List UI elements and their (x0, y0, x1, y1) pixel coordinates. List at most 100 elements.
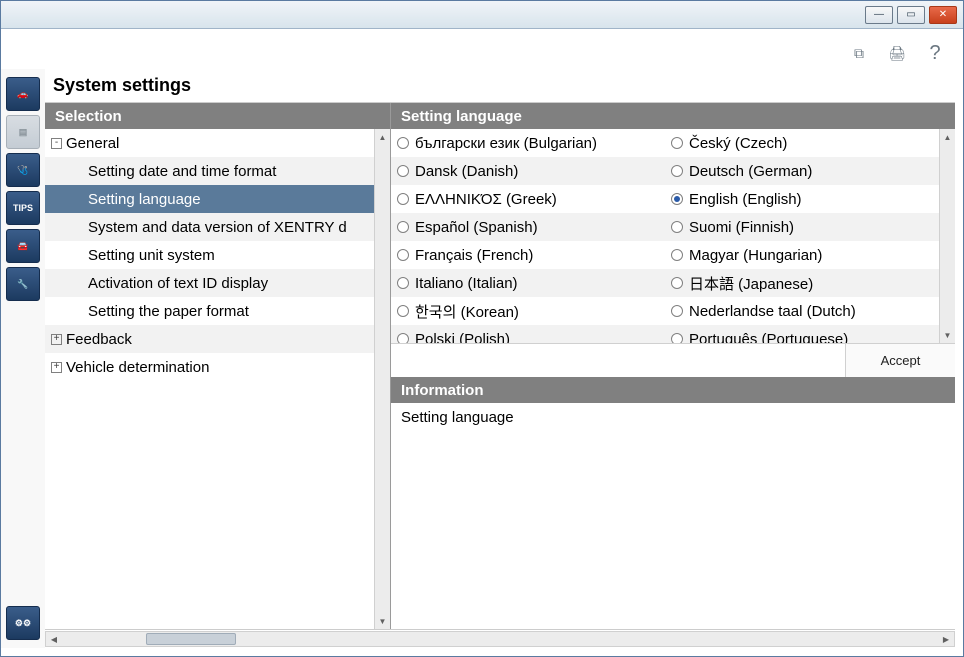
language-option[interactable]: ΕΛΛΗΝΙΚΌΣ (Greek) (391, 185, 665, 213)
accept-button[interactable]: Accept (845, 344, 955, 377)
vehicle-icon[interactable]: 🚗 (6, 77, 40, 111)
language-row: 한국의 (Korean) Nederlandse taal (Dutch) (391, 297, 939, 325)
radio-icon[interactable] (397, 137, 409, 149)
scroll-left-icon[interactable]: ◀ (46, 632, 62, 646)
scroll-up-icon[interactable]: ▲ (376, 130, 390, 144)
language-option[interactable]: Suomi (Finnish) (665, 213, 939, 241)
language-label: Suomi (Finnish) (689, 219, 794, 236)
language-option[interactable]: Polski (Polish) (391, 325, 665, 343)
language-option[interactable]: Français (French) (391, 241, 665, 269)
scroll-down-icon[interactable]: ▼ (941, 328, 955, 342)
language-option[interactable]: Deutsch (German) (665, 157, 939, 185)
collapse-icon[interactable]: - (51, 138, 62, 149)
expand-icon[interactable]: + (51, 334, 62, 345)
radio-icon[interactable] (671, 193, 683, 205)
radio-icon[interactable] (671, 137, 683, 149)
language-label: Français (French) (415, 247, 533, 264)
language-option[interactable]: Español (Spanish) (391, 213, 665, 241)
horizontal-scrollbar[interactable]: ◀ ▶ (45, 631, 955, 647)
radio-icon[interactable] (397, 193, 409, 205)
scroll-right-icon[interactable]: ▶ (938, 632, 954, 646)
language-label: Italiano (Italian) (415, 275, 518, 292)
information-header: Information (391, 377, 955, 403)
language-option[interactable]: 한국의 (Korean) (391, 297, 665, 325)
scroll-down-icon[interactable]: ▼ (376, 614, 390, 628)
radio-icon[interactable] (671, 333, 683, 343)
diagnosis-icon[interactable]: 🩺 (6, 153, 40, 187)
language-scrollbar[interactable]: ▲ ▼ (939, 129, 955, 343)
radio-icon[interactable] (397, 305, 409, 317)
copy-icon[interactable]: ⧉ (849, 43, 869, 63)
radio-icon[interactable] (397, 333, 409, 343)
vehicle-lift-icon[interactable]: 🚘 (6, 229, 40, 263)
language-option[interactable]: Português (Portuguese) (665, 325, 939, 343)
tree-item[interactable]: Activation of text ID display (45, 269, 374, 297)
selection-scrollbar[interactable]: ▲ ▼ (374, 129, 390, 629)
page-title: System settings (45, 69, 955, 103)
radio-icon[interactable] (671, 249, 683, 261)
language-row: български език (Bulgarian) Český (Czech) (391, 129, 939, 157)
language-label: Deutsch (German) (689, 163, 812, 180)
tree-item-label: Setting unit system (88, 247, 215, 264)
language-label: English (English) (689, 191, 802, 208)
scroll-up-icon[interactable]: ▲ (941, 130, 955, 144)
radio-icon[interactable] (397, 277, 409, 289)
tool-icon[interactable]: 🔧 (6, 267, 40, 301)
language-label: Español (Spanish) (415, 219, 538, 236)
radio-icon[interactable] (397, 249, 409, 261)
language-label: 日本語 (Japanese) (689, 273, 813, 294)
language-row: Français (French) Magyar (Hungarian) (391, 241, 939, 269)
language-label: Português (Portuguese) (689, 331, 848, 344)
inner-area: ⧉ 🖨 ? 🚗▤🩺TIPS🚘🔧 ⚙⚙ System settings Selec… (1, 29, 963, 656)
language-label: ΕΛΛΗΝΙΚΌΣ (Greek) (415, 191, 557, 208)
tree-item[interactable]: System and data version of XENTRY d (45, 213, 374, 241)
language-option[interactable]: Český (Czech) (665, 129, 939, 157)
tree-item-label: Feedback (66, 331, 132, 348)
radio-icon[interactable] (671, 305, 683, 317)
language-option[interactable]: Dansk (Danish) (391, 157, 665, 185)
main-wrap: 🚗▤🩺TIPS🚘🔧 ⚙⚙ System settings Selection -… (1, 69, 955, 648)
scroll-thumb[interactable] (146, 633, 236, 645)
language-option[interactable]: Italiano (Italian) (391, 269, 665, 297)
language-option[interactable]: English (English) (665, 185, 939, 213)
tips-icon[interactable]: TIPS (6, 191, 40, 225)
minimize-button[interactable]: — (865, 6, 893, 24)
language-label: Český (Czech) (689, 135, 787, 152)
radio-icon[interactable] (671, 165, 683, 177)
tree-item[interactable]: Setting unit system (45, 241, 374, 269)
language-row: Polski (Polish) Português (Portuguese) (391, 325, 939, 343)
help-icon[interactable]: ? (925, 43, 945, 63)
tree-item[interactable]: -General (45, 129, 374, 157)
tree-item-label: Vehicle determination (66, 359, 209, 376)
maximize-button[interactable]: ▭ (897, 6, 925, 24)
tree-item[interactable]: Setting language (45, 185, 374, 213)
tree-item[interactable]: + Vehicle determination (45, 353, 374, 381)
tree-item[interactable]: Setting the paper format (45, 297, 374, 325)
close-button[interactable]: ✕ (929, 6, 957, 24)
selection-panel: Selection -GeneralSetting date and time … (45, 103, 391, 629)
tree-item-label: Setting language (88, 191, 201, 208)
expand-icon[interactable]: + (51, 362, 62, 373)
language-label: български език (Bulgarian) (415, 135, 597, 152)
radio-icon[interactable] (397, 165, 409, 177)
tree-item-label: General (66, 135, 119, 152)
language-option[interactable]: 日本語 (Japanese) (665, 269, 939, 297)
print-icon[interactable]: 🖨 (887, 43, 907, 63)
language-option[interactable]: български език (Bulgarian) (391, 129, 665, 157)
radio-icon[interactable] (671, 277, 683, 289)
tree-item[interactable]: + Feedback (45, 325, 374, 353)
language-label: Dansk (Danish) (415, 163, 518, 180)
tree-item-label: Setting the paper format (88, 303, 249, 320)
language-option[interactable]: Magyar (Hungarian) (665, 241, 939, 269)
language-label: 한국의 (Korean) (415, 301, 519, 322)
titlebar: — ▭ ✕ (1, 1, 963, 29)
accept-row: Accept (391, 343, 955, 377)
settings-icon[interactable]: ⚙⚙ (6, 606, 40, 640)
language-label: Nederlandse taal (Dutch) (689, 303, 856, 320)
radio-icon[interactable] (671, 221, 683, 233)
language-row: ΕΛΛΗΝΙΚΌΣ (Greek) English (English) (391, 185, 939, 213)
content-area: System settings Selection -GeneralSettin… (45, 69, 955, 648)
tree-item[interactable]: Setting date and time format (45, 157, 374, 185)
radio-icon[interactable] (397, 221, 409, 233)
language-option[interactable]: Nederlandse taal (Dutch) (665, 297, 939, 325)
